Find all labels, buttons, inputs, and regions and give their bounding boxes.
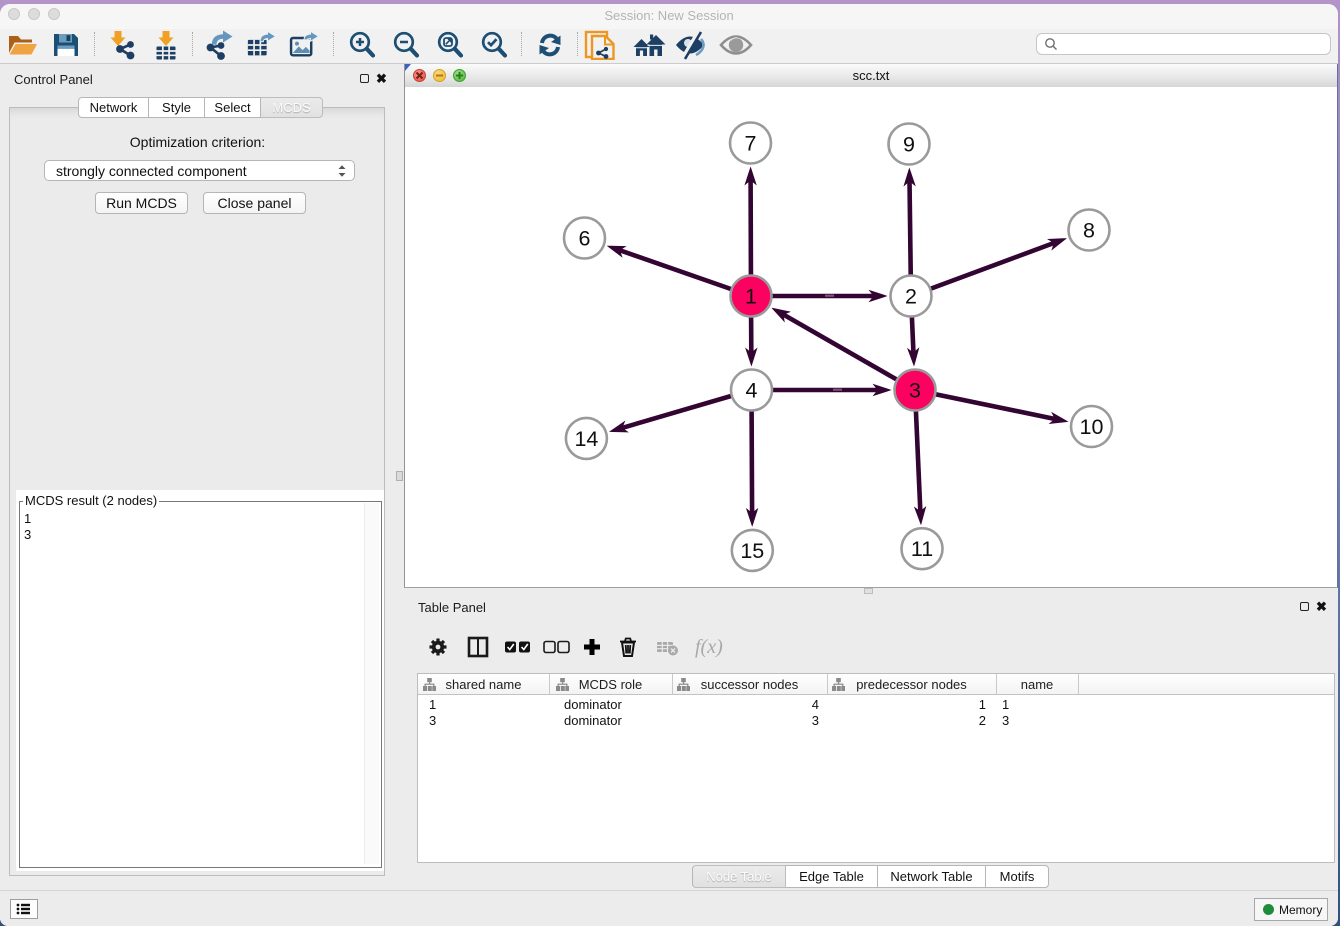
- svg-text:f(x): f(x): [695, 636, 723, 658]
- svg-text:9: 9: [903, 133, 915, 157]
- svg-text:10: 10: [1080, 415, 1104, 439]
- svg-text:11: 11: [911, 537, 933, 561]
- svg-text:6: 6: [579, 227, 591, 251]
- svg-text:7: 7: [745, 132, 757, 156]
- svg-text:1: 1: [745, 285, 757, 309]
- svg-text:3: 3: [909, 379, 921, 403]
- svg-text:14: 14: [574, 427, 598, 451]
- svg-text:2: 2: [905, 285, 917, 309]
- svg-text:15: 15: [740, 539, 764, 563]
- svg-text:4: 4: [746, 379, 758, 403]
- svg-text:8: 8: [1083, 219, 1095, 243]
